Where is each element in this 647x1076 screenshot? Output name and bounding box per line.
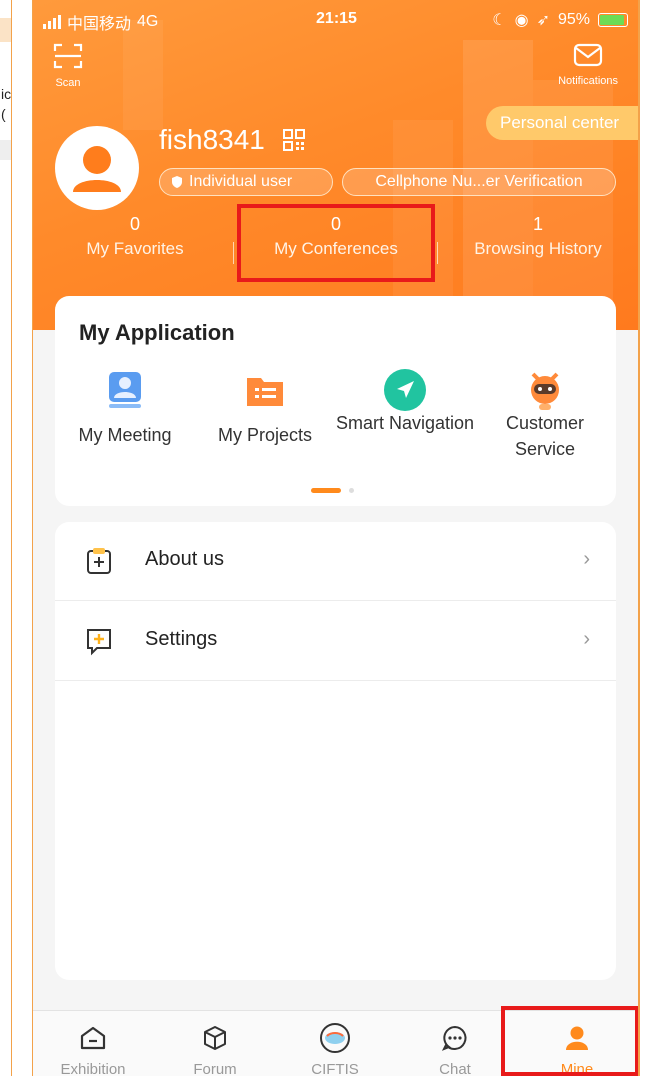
menu-label: About us (145, 548, 224, 570)
frame-border-right (638, 0, 640, 1076)
app-customer-service[interactable]: Customer Service (475, 368, 615, 462)
divider (437, 242, 438, 264)
page-indicator (311, 488, 354, 493)
navigation-icon (383, 368, 427, 412)
highlight-box-conferences (237, 204, 435, 282)
menu-label: Settings (145, 628, 218, 650)
username: fish8341 (159, 124, 265, 155)
my-application-card: My Application My Meeting My Projects Sm… (55, 296, 616, 506)
projects-icon (243, 368, 287, 412)
person-icon (73, 146, 121, 192)
battery-icon (598, 13, 628, 27)
scan-button[interactable]: Scan (53, 42, 83, 89)
app-my-projects[interactable]: My Projects (195, 368, 335, 448)
background-window-strip: ic ( (0, 0, 12, 1076)
chat-icon (405, 1021, 505, 1055)
divider (55, 600, 616, 601)
envelope-icon (573, 43, 603, 67)
stat-browsing-history[interactable]: 1 Browsing History (463, 214, 613, 259)
meeting-icon (103, 368, 147, 412)
stat-my-favorites[interactable]: 0 My Favorites (67, 214, 203, 259)
qr-code-icon[interactable] (282, 129, 305, 151)
menu-item-about-us[interactable]: About us › (55, 522, 616, 600)
tab-chat[interactable]: Chat (405, 1021, 505, 1076)
section-title: My Application (79, 320, 235, 345)
location-icon: ➶ (536, 12, 550, 29)
divider (233, 242, 234, 264)
notifications-label: Notifications (558, 75, 618, 87)
exhibition-icon (43, 1021, 143, 1055)
lock-rotation-icon: ◉ (514, 12, 529, 29)
highlight-box-mine (501, 1006, 639, 1076)
moon-icon: ☾ (492, 12, 507, 29)
tab-exhibition[interactable]: Exhibition (43, 1021, 143, 1076)
scan-label: Scan (55, 77, 81, 89)
mine-screen: 中国移动 4G 21:15 ☾ ◉ ➶ 95% Scan Notificatio… (33, 0, 640, 1076)
notifications-button[interactable]: Notifications (558, 42, 618, 87)
robot-service-icon (523, 368, 567, 412)
phone-verification-badge[interactable]: Cellphone Nu...er Verification (342, 168, 616, 196)
settings-icon (85, 626, 113, 661)
avatar[interactable] (55, 126, 139, 210)
shield-icon (172, 176, 182, 188)
personal-center-button[interactable]: Personal center (486, 106, 640, 140)
chevron-right-icon: › (583, 548, 590, 570)
menu-card: About us › Settings › (55, 522, 616, 980)
status-bar: 中国移动 4G 21:15 ☾ ◉ ➶ 95% (33, 8, 640, 33)
app-smart-navigation[interactable]: Smart Navigation (335, 368, 475, 436)
divider (55, 680, 616, 681)
menu-item-settings[interactable]: Settings › (55, 602, 616, 680)
about-icon (85, 546, 113, 581)
tab-forum[interactable]: Forum (165, 1021, 265, 1076)
individual-user-badge: Individual user (159, 168, 333, 196)
tab-ciftis[interactable]: CIFTIS (285, 1021, 385, 1076)
ciftis-logo-icon (285, 1021, 385, 1055)
chevron-right-icon: › (583, 628, 590, 650)
scan-icon (53, 43, 83, 69)
battery-percent: 95% (557, 11, 590, 28)
app-my-meeting[interactable]: My Meeting (55, 368, 195, 448)
forum-cube-icon (165, 1021, 265, 1055)
